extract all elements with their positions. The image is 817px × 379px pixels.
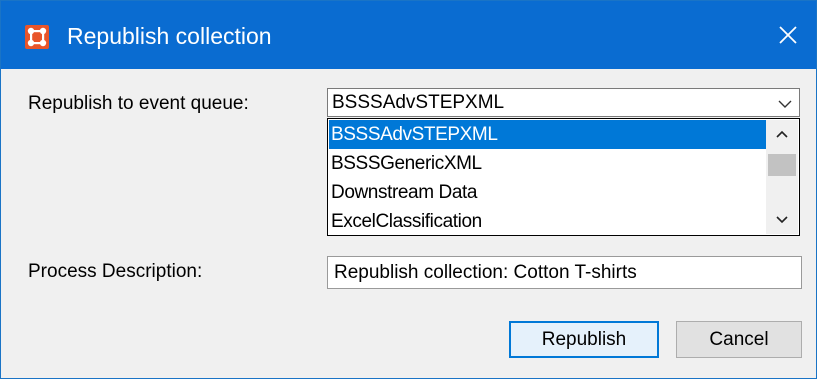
event-queue-selected-value: BSSSAdvSTEPXML — [332, 92, 505, 113]
republish-dialog: Republish collection Republish to event … — [0, 0, 817, 379]
list-scrollbar[interactable] — [766, 120, 798, 234]
event-queue-dropdown[interactable]: BSSSAdvSTEPXML — [327, 88, 800, 117]
chevron-down-icon[interactable] — [777, 97, 793, 111]
title-bar[interactable]: Republish collection — [1, 1, 816, 69]
options-container: BSSSAdvSTEPXML BSSSGenericXML Downstream… — [329, 120, 766, 236]
option-item[interactable]: BSSSAdvSTEPXML — [329, 120, 766, 149]
window-title: Republish collection — [67, 23, 272, 49]
process-description-input[interactable]: Republish collection: Cotton T-shirts — [327, 256, 802, 289]
chevron-down-icon — [776, 216, 788, 224]
republish-button[interactable]: Republish — [509, 321, 659, 358]
option-item[interactable]: BSSSGenericXML — [329, 149, 766, 178]
event-queue-label: Republish to event queue: — [28, 93, 249, 114]
process-description-label: Process Description: — [28, 261, 203, 282]
option-item[interactable]: ExcelClassification — [329, 207, 766, 236]
scroll-up-button[interactable] — [766, 120, 798, 148]
chevron-up-icon — [776, 130, 788, 138]
cancel-button[interactable]: Cancel — [676, 321, 802, 358]
scroll-thumb[interactable] — [768, 154, 796, 176]
event-queue-options-list[interactable]: BSSSAdvSTEPXML BSSSGenericXML Downstream… — [327, 118, 800, 236]
close-button[interactable] — [760, 1, 816, 69]
scroll-down-button[interactable] — [766, 206, 798, 234]
option-item[interactable]: Downstream Data — [329, 178, 766, 207]
close-icon — [779, 26, 797, 44]
app-grid-icon — [25, 25, 49, 49]
